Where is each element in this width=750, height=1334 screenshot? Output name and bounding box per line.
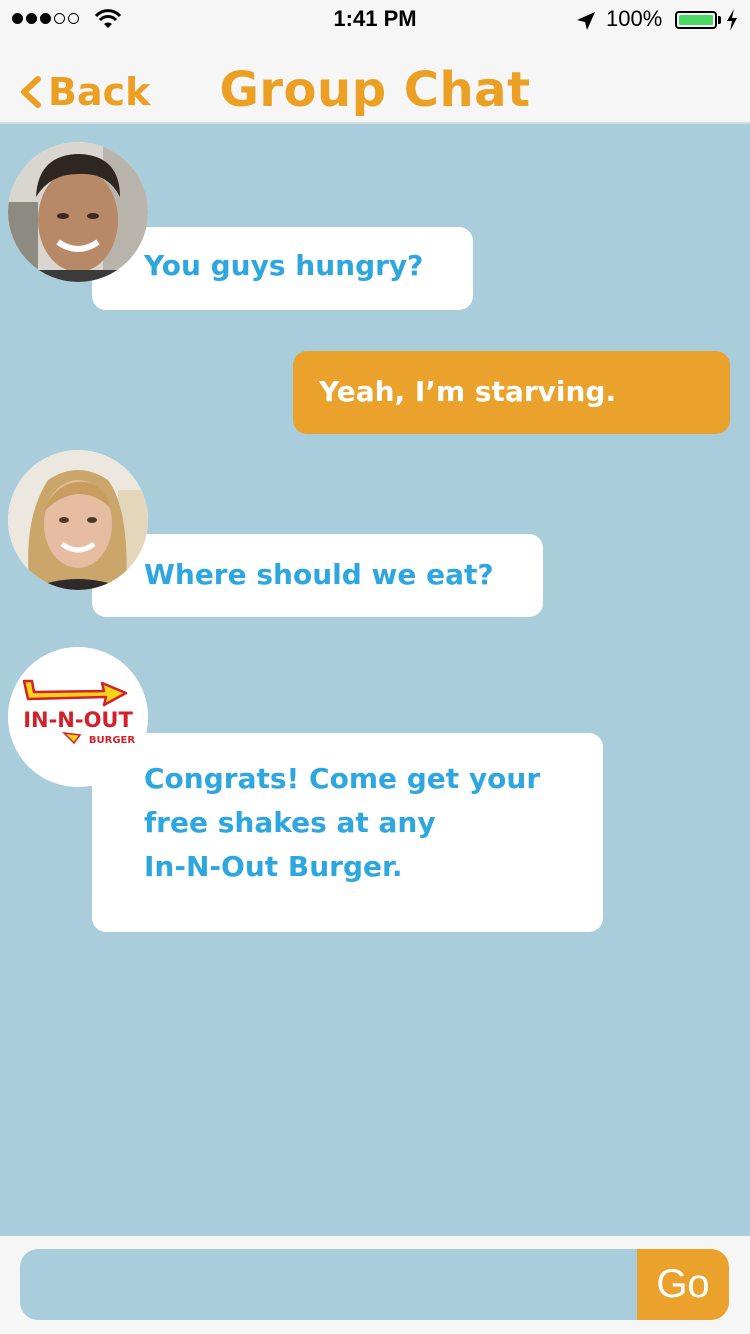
message-line: In-N-Out Burger. — [144, 850, 403, 883]
logo-subtext: BURGER — [89, 735, 135, 746]
back-button[interactable]: Back — [18, 66, 150, 118]
in-n-out-logo: IN-N-OUT BURGER — [8, 647, 148, 787]
status-bar: 1:41 PM 100% — [0, 0, 750, 40]
message-line: free shakes at any — [144, 806, 436, 839]
person-photo-icon — [8, 450, 148, 590]
person-photo-icon — [8, 142, 148, 282]
message-line: Congrats! Come get your — [144, 762, 541, 795]
message-text: Where should we eat? — [144, 558, 494, 591]
avatar[interactable] — [8, 142, 148, 282]
message-input[interactable] — [20, 1249, 638, 1320]
location-arrow-icon — [577, 12, 595, 30]
message-text: You guys hungry? — [144, 249, 424, 282]
send-button[interactable]: Go — [637, 1249, 729, 1320]
composer-bar: Go — [0, 1236, 750, 1334]
page-title: Group Chat — [219, 62, 531, 118]
charging-bolt-icon — [727, 9, 737, 31]
message-bubble: You guys hungry? — [92, 227, 473, 310]
battery-percentage: 100% — [606, 6, 663, 31]
message-bubble: Where should we eat? — [92, 534, 543, 617]
battery-icon — [675, 11, 717, 29]
back-label: Back — [48, 70, 151, 114]
message-text: Yeah, I’m starving. — [319, 375, 617, 408]
avatar[interactable]: IN-N-OUT BURGER — [8, 647, 148, 787]
avatar[interactable] — [8, 450, 148, 590]
message-bubble: Yeah, I’m starving. — [293, 351, 730, 434]
top-bar: 1:41 PM 100% Back Group Chat — [0, 0, 750, 124]
message-bubble: Congrats! Come get your free shakes at a… — [92, 733, 603, 932]
logo-text: IN-N-OUT — [23, 708, 133, 732]
chevron-left-icon — [21, 76, 41, 108]
